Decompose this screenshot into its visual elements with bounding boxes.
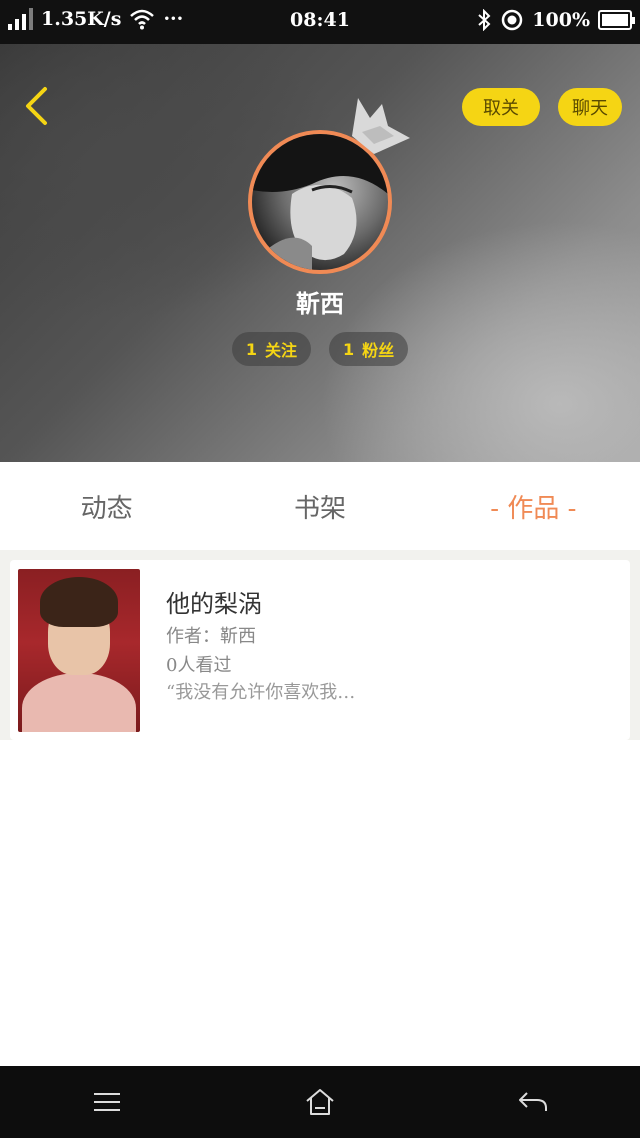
menu-icon xyxy=(93,1093,120,1111)
back-icon xyxy=(519,1092,548,1111)
tab-dynamic[interactable]: 动态 xyxy=(0,462,213,550)
profile-tabs: 动态 书架 - 作品 - xyxy=(0,462,640,550)
tab-bookshelf[interactable]: 书架 xyxy=(213,462,426,550)
bluetooth-icon xyxy=(478,9,491,31)
chat-button[interactable]: 聊天 xyxy=(558,88,622,126)
work-title: 他的梨涡 xyxy=(166,590,262,618)
back-chevron-icon xyxy=(26,87,47,125)
home-button[interactable] xyxy=(290,1072,350,1132)
book-cover xyxy=(18,569,140,732)
following-count: 1 xyxy=(245,339,257,359)
home-icon xyxy=(306,1089,334,1115)
profile-header: 取关 聊天 靳西 1 关注 1 粉丝 xyxy=(0,44,640,462)
location-icon xyxy=(502,9,523,31)
back-nav-button[interactable] xyxy=(503,1072,563,1132)
work-views: 0人看过 xyxy=(166,655,232,676)
work-author: 作者：靳西 xyxy=(166,626,256,647)
crown-icon xyxy=(352,98,410,154)
status-bar: 1.35K/s ··· 08:41 100% xyxy=(0,0,640,44)
work-excerpt: “我没有允许你喜欢我… xyxy=(166,682,356,703)
stats-row: 1 关注 1 粉丝 xyxy=(0,332,640,366)
following-stat[interactable]: 1 关注 xyxy=(231,332,311,366)
battery-percent: 100% xyxy=(532,9,590,31)
divider xyxy=(0,550,640,560)
menu-button[interactable] xyxy=(77,1072,137,1132)
fans-label: 粉丝 xyxy=(362,341,395,360)
list-item[interactable]: 他的梨涡 作者：靳西 0人看过 “我没有允许你喜欢我… xyxy=(10,560,630,740)
avatar-container xyxy=(248,98,410,274)
back-button[interactable] xyxy=(16,84,56,128)
following-label: 关注 xyxy=(264,341,297,360)
status-right: 100% xyxy=(476,8,635,32)
battery-icon xyxy=(598,10,635,30)
unfollow-button[interactable]: 取关 xyxy=(462,88,540,126)
fans-count: 1 xyxy=(343,339,355,359)
fans-stat[interactable]: 1 粉丝 xyxy=(329,332,409,366)
username: 靳西 xyxy=(296,289,344,318)
system-nav-bar xyxy=(0,1066,640,1138)
tab-works[interactable]: - 作品 - xyxy=(427,462,640,550)
